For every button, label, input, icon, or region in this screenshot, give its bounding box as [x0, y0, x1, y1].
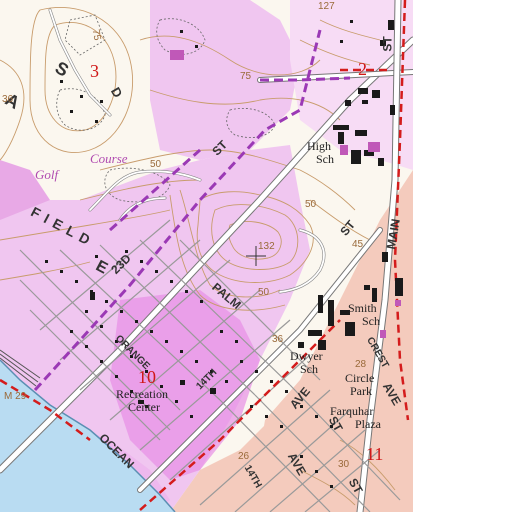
- contour-label-75a: 75: [240, 71, 252, 82]
- section-number-10: 10: [138, 367, 156, 387]
- contour-label-45: 45: [352, 239, 364, 250]
- label-recreation: Recreation: [116, 387, 168, 401]
- map-margin: [413, 0, 512, 512]
- topo-map[interactable]: 3 2 10 11 ST ST ST FIELD 23D PALM ORANGE…: [0, 0, 413, 512]
- label-smith: Smith: [348, 301, 377, 315]
- contour-label-50b: 50: [305, 199, 317, 210]
- label-high-sch: Sch: [316, 152, 334, 166]
- label-dwyer-sch: Sch: [300, 362, 318, 376]
- contour-label-28: 28: [355, 359, 367, 370]
- section-number-3: 3: [90, 61, 99, 81]
- label-park: Park: [350, 384, 372, 398]
- label-high: High: [307, 139, 331, 153]
- label-circle: Circle: [345, 371, 375, 385]
- label-plaza: Plaza: [355, 417, 381, 431]
- map-viewport[interactable]: 3 2 10 11 ST ST ST FIELD 23D PALM ORANGE…: [0, 0, 512, 512]
- label-smith-sch: Sch: [362, 314, 380, 328]
- label-farquhar: Farquhar: [330, 404, 374, 418]
- label-golf: Golf: [35, 167, 59, 182]
- contour-label-50a: 50: [150, 159, 162, 170]
- contour-label-132: 132: [258, 241, 275, 252]
- label-dwyer: Dwyer: [290, 349, 323, 363]
- contour-label-50c: 50: [258, 287, 270, 298]
- label-course: Course: [90, 151, 128, 166]
- contour-label-127: 127: [318, 1, 335, 12]
- label-center: Center: [128, 400, 160, 414]
- section-number-11: 11: [366, 444, 384, 464]
- contour-label-75b: 75: [89, 28, 103, 42]
- contour-label-36b: 36: [272, 334, 284, 345]
- contour-label-30: 30: [338, 459, 350, 470]
- section-number-2: 2: [358, 59, 367, 79]
- street-label-st-top: ST: [380, 36, 395, 52]
- contour-label-m29: M 29: [4, 391, 27, 402]
- contour-label-36a: 36: [2, 94, 14, 105]
- contour-label-26: 26: [238, 451, 250, 462]
